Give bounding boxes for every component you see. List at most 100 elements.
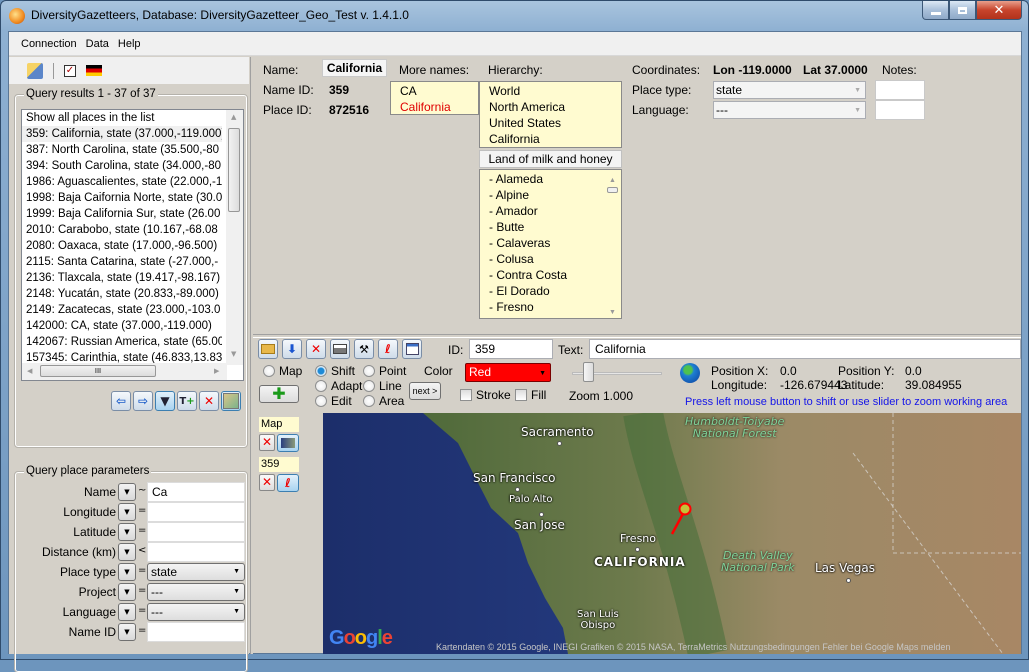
language-select[interactable]: ---: [713, 101, 866, 119]
more-name-item[interactable]: CA: [400, 83, 469, 99]
color-select[interactable]: Red: [465, 363, 551, 382]
previous-button[interactable]: ⇦: [111, 391, 131, 411]
radio-adapt[interactable]: Adapt: [315, 379, 362, 393]
menu-data[interactable]: Data: [86, 38, 109, 50]
window-button[interactable]: [402, 339, 422, 359]
result-item[interactable]: 2080: Oaxaca, state (17.000,-96.500): [22, 238, 222, 254]
scroll-left-icon[interactable]: ◀: [27, 367, 32, 375]
maximize-button[interactable]: [949, 1, 976, 20]
zoom-slider-thumb[interactable]: [583, 362, 594, 382]
result-item[interactable]: 387: North Carolina, state (35.500,-80: [22, 142, 222, 158]
latitude-operator-dropdown[interactable]: ▼: [118, 523, 136, 541]
name-id-input[interactable]: [147, 622, 245, 642]
minimize-button[interactable]: [922, 1, 949, 20]
scroll-right-icon[interactable]: ▶: [214, 367, 219, 375]
add-layer-button[interactable]: ✚: [259, 385, 299, 403]
hierarchy-item[interactable]: California: [489, 131, 612, 147]
horizontal-splitter[interactable]: [253, 334, 1021, 338]
language-operator-dropdown[interactable]: ▼: [118, 603, 136, 621]
scroll-down-icon[interactable]: ▼: [609, 305, 616, 321]
fill-checkbox[interactable]: Fill: [515, 388, 546, 402]
children-list[interactable]: - Alameda - Alpine - Amador - Butte - Calave…: [479, 169, 622, 319]
map-attribution[interactable]: Kartendaten © 2015 Google, INEGI Grafike…: [436, 642, 950, 652]
map-layer-button[interactable]: [277, 434, 299, 452]
name-operator-dropdown[interactable]: ▼: [118, 483, 136, 501]
child-place-item[interactable]: - Alameda: [489, 171, 612, 187]
add-filter-button[interactable]: T+: [177, 391, 197, 411]
next-button[interactable]: ⇨: [133, 391, 153, 411]
place-type-operator-dropdown[interactable]: ▼: [118, 563, 136, 581]
notes-field-1[interactable]: [875, 80, 925, 100]
child-place-item[interactable]: - Fresno: [489, 299, 612, 315]
title-bar[interactable]: DiversityGazetteers, Database: Diversity…: [1, 1, 1028, 31]
filter-button[interactable]: ▼: [155, 391, 175, 411]
more-names-list[interactable]: CA California: [390, 81, 479, 115]
close-button[interactable]: ✕: [976, 1, 1022, 20]
results-vertical-scrollbar[interactable]: ▲ ▼: [226, 110, 243, 365]
359-layer-button[interactable]: ℓ: [277, 474, 299, 492]
children-scrollbar[interactable]: ▲ ▼: [604, 170, 621, 318]
distance-km-operator-dropdown[interactable]: ▼: [118, 543, 136, 561]
open-button[interactable]: [258, 339, 278, 359]
results-vscroll-thumb[interactable]: [228, 128, 240, 212]
hierarchy-item[interactable]: North America: [489, 99, 612, 115]
language-select[interactable]: ---: [147, 603, 245, 621]
checkbox-icon[interactable]: ✓: [64, 64, 76, 77]
children-scroll-thumb[interactable]: [607, 187, 618, 193]
hierarchy-list[interactable]: World North America United States Califo…: [479, 81, 622, 148]
child-place-item[interactable]: - Amador: [489, 203, 612, 219]
print-button[interactable]: [330, 339, 350, 359]
child-place-item[interactable]: - El Dorado: [489, 283, 612, 299]
child-place-item[interactable]: - Alpine: [489, 187, 612, 203]
menu-help[interactable]: Help: [118, 38, 141, 50]
result-item[interactable]: 142000: CA, state (37.000,-119.000): [22, 318, 222, 334]
stroke-checkbox[interactable]: Stroke: [460, 388, 511, 402]
result-item[interactable]: 2149: Zacatecas, state (23.000,-103.0: [22, 302, 222, 318]
text-input[interactable]: California: [589, 339, 1021, 359]
database-icon[interactable]: [27, 62, 43, 79]
show-all-item[interactable]: Show all places in the list: [22, 110, 222, 126]
radio-edit[interactable]: Edit: [315, 394, 352, 408]
show-on-map-button[interactable]: [221, 391, 241, 411]
german-flag-icon[interactable]: [86, 65, 102, 76]
radio-line[interactable]: Line: [363, 379, 402, 393]
place-type-select[interactable]: state: [713, 81, 866, 99]
query-results-list[interactable]: Show all places in the list 359: Californ…: [21, 109, 244, 381]
delete-button[interactable]: ✕: [306, 339, 326, 359]
scroll-up-icon[interactable]: ▲: [231, 113, 236, 121]
hierarchy-item[interactable]: World: [489, 83, 612, 99]
radio-shift[interactable]: Shift: [315, 364, 355, 378]
name-id-operator-dropdown[interactable]: ▼: [118, 623, 136, 641]
distance-km-input[interactable]: [147, 542, 245, 562]
remove-map-layer-button[interactable]: ✕: [259, 434, 275, 451]
child-place-item[interactable]: - Colusa: [489, 251, 612, 267]
hierarchy-item[interactable]: United States: [489, 115, 612, 131]
longitude-input[interactable]: [147, 502, 245, 522]
result-item[interactable]: 1998: Baja Caifornia Norte, state (30.0: [22, 190, 222, 206]
remove-filter-button[interactable]: ✕: [199, 391, 219, 411]
results-horizontal-scrollbar[interactable]: ◀ III ▶: [22, 363, 227, 380]
pin-button[interactable]: ℓ: [378, 339, 398, 359]
scroll-down-icon[interactable]: ▼: [231, 350, 236, 358]
tools-button[interactable]: ⚒: [354, 339, 374, 359]
project-select[interactable]: ---: [147, 583, 245, 601]
result-item[interactable]: 2010: Carabobo, state (10.167,-68.08: [22, 222, 222, 238]
result-item[interactable]: 142067: Russian America, state (65.00: [22, 334, 222, 350]
child-place-item[interactable]: - Butte: [489, 219, 612, 235]
name-input[interactable]: Ca: [147, 482, 245, 502]
results-hscroll-thumb[interactable]: III: [40, 365, 156, 377]
description-field[interactable]: Land of milk and honey: [479, 150, 622, 168]
remove-359-layer-button[interactable]: ✕: [259, 474, 275, 491]
result-item[interactable]: 359: California, state (37.000,-119.000): [22, 126, 222, 142]
place-type-select[interactable]: state: [147, 563, 245, 581]
longitude-operator-dropdown[interactable]: ▼: [118, 503, 136, 521]
result-item[interactable]: 1986: Aguascalientes, state (22.000,-102: [22, 174, 222, 190]
child-place-item[interactable]: - Contra Costa: [489, 267, 612, 283]
result-item[interactable]: 1999: Baja California Sur, state (26.00: [22, 206, 222, 222]
next-button[interactable]: next >: [409, 382, 441, 400]
result-item[interactable]: 2136: Tlaxcala, state (19.417,-98.167): [22, 270, 222, 286]
radio-area[interactable]: Area: [363, 394, 404, 408]
radio-map[interactable]: Map: [263, 364, 302, 378]
more-name-item[interactable]: California: [400, 99, 469, 115]
result-item[interactable]: 2115: Santa Catarina, state (-27.000,-: [22, 254, 222, 270]
